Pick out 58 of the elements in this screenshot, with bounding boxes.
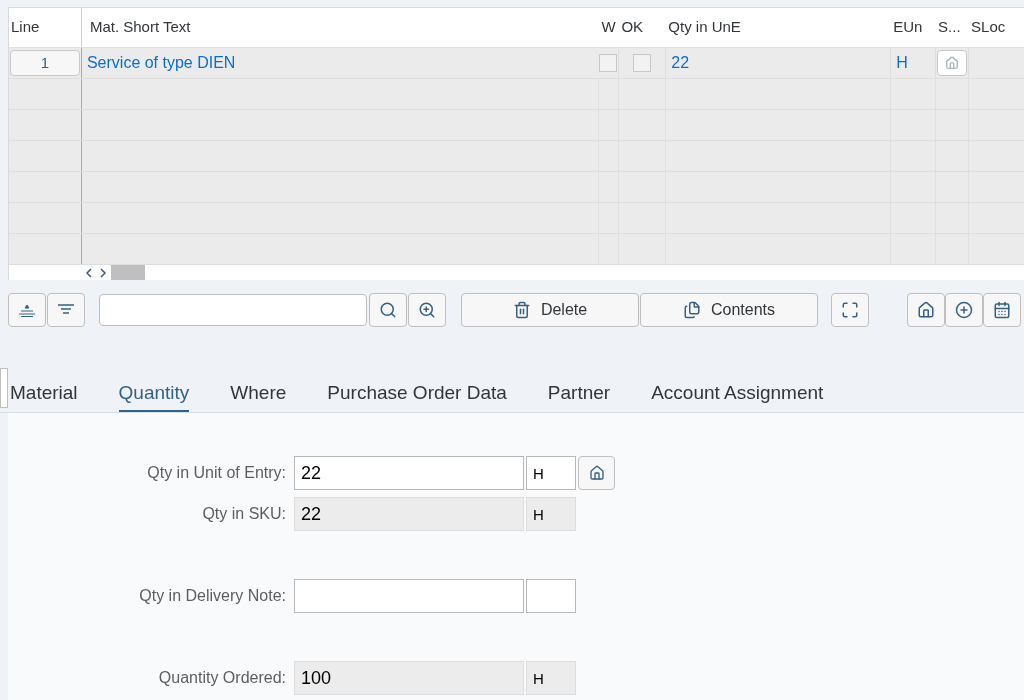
line-number[interactable]: 1 — [9, 50, 80, 76]
add-button[interactable] — [945, 293, 983, 327]
unit-field[interactable]: H — [526, 456, 576, 490]
field-label: Qty in Delivery Note: — [138, 586, 287, 606]
search-field[interactable] — [99, 294, 367, 326]
add-icon — [955, 301, 973, 319]
filter-icon — [57, 304, 75, 316]
tab[interactable]: Where — [230, 377, 287, 412]
fullscreen-button[interactable] — [831, 293, 869, 327]
column-header: SLoc — [971, 17, 1006, 38]
home-icon — [588, 465, 605, 481]
search-icon — [379, 301, 397, 319]
column-header: OK — [621, 17, 644, 38]
column-header: EUn — [893, 17, 923, 38]
table-cell-text: H — [896, 53, 908, 73]
unit-field[interactable]: H — [526, 661, 576, 695]
calendar-button[interactable] — [983, 293, 1021, 327]
unit-field[interactable]: H — [526, 497, 576, 531]
delete-button[interactable]: Delete — [461, 293, 639, 327]
filter-button[interactable] — [47, 293, 85, 327]
scroll-arrows-icon[interactable] — [83, 267, 109, 278]
quantity-field[interactable]: 22 — [294, 497, 524, 531]
column-header: Line — [11, 17, 40, 38]
column-header: Mat. Short Text — [89, 17, 191, 38]
tab[interactable]: Material — [10, 377, 78, 412]
documents-icon — [682, 301, 701, 319]
unit-field[interactable] — [526, 579, 576, 613]
column-header: S... — [938, 17, 961, 38]
table-cell-text: 22 — [671, 53, 690, 73]
column-header: W — [601, 17, 616, 38]
home-icon — [917, 301, 935, 319]
checkbox[interactable] — [599, 54, 618, 72]
scroll-tab-handle[interactable] — [0, 368, 8, 408]
tab[interactable]: Account Assignment — [651, 377, 824, 412]
sort-ascending-icon — [18, 303, 36, 317]
column-header: Qty in UnE — [668, 17, 741, 38]
quantity-field[interactable] — [294, 579, 524, 613]
tab[interactable]: Partner — [547, 377, 611, 412]
table-cell-text: Service of type DIEN — [86, 53, 236, 73]
quantity-field[interactable]: 22 — [294, 456, 524, 490]
sort-ascending-button[interactable] — [8, 293, 46, 327]
home-button[interactable] — [578, 456, 615, 490]
home-icon — [945, 56, 960, 70]
field-label: Qty in SKU: — [201, 504, 287, 524]
zoom-in-icon — [418, 301, 436, 319]
search-button[interactable] — [369, 293, 407, 327]
field-label: Quantity Ordered: — [157, 668, 287, 688]
tab[interactable]: Purchase Order Data — [327, 377, 507, 412]
expand-icon — [841, 301, 859, 319]
home-button[interactable] — [907, 293, 945, 327]
zoom-in-button[interactable] — [408, 293, 446, 327]
checkbox[interactable] — [633, 54, 652, 72]
calendar-icon — [993, 301, 1011, 319]
scrollbar-thumb[interactable] — [111, 265, 145, 280]
contents-button[interactable]: Contents — [640, 293, 818, 327]
quantity-field[interactable]: 100 — [294, 661, 524, 695]
field-label: Qty in Unit of Entry: — [146, 463, 287, 483]
trash-icon — [512, 301, 531, 319]
